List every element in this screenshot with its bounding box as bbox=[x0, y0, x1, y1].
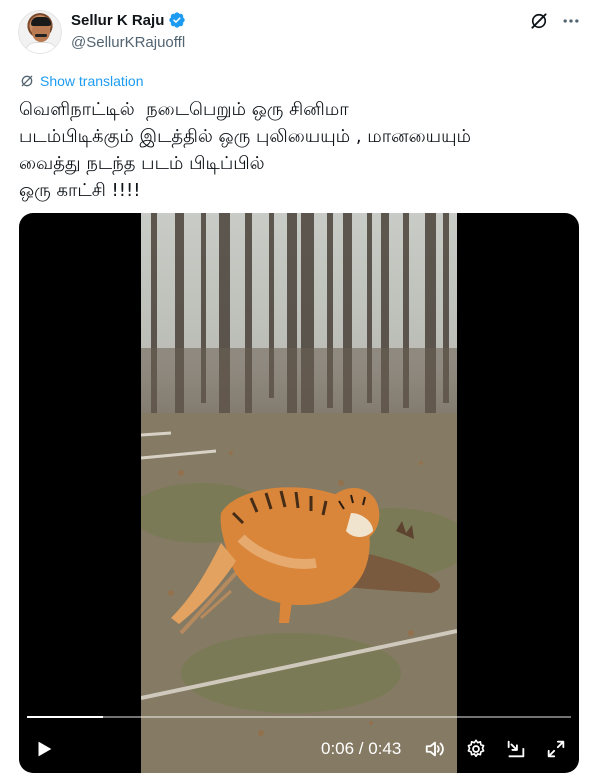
picture-in-picture-icon[interactable] bbox=[505, 738, 527, 760]
video-time-display: 0:06 / 0:43 bbox=[321, 739, 402, 758]
show-translation-link[interactable]: Show translation bbox=[19, 73, 144, 89]
tweet-text-line: வைத்து நடந்த படம் பிடிப்பில் bbox=[19, 153, 265, 174]
author-name-row: Sellur K Raju bbox=[71, 11, 186, 29]
more-horizontal-icon[interactable] bbox=[561, 11, 581, 31]
author-handle[interactable]: @SellurKRajuoffl bbox=[71, 34, 185, 51]
video-progress-bar[interactable] bbox=[27, 716, 571, 718]
video-progress-fill bbox=[27, 716, 104, 718]
translate-icon bbox=[21, 75, 33, 87]
tweet-text-line: வெளிநாட்டில் நடைபெறும் ஒரு சினிமா bbox=[19, 99, 349, 120]
tweet-text: வெளிநாட்டில் நடைபெறும் ஒரு சினிமா படம்பி… bbox=[19, 96, 579, 204]
tweet-text-line: படம்பிடிக்கும் இடத்தில் ஒரு புலியையும் ,… bbox=[19, 126, 472, 147]
verified-badge-icon bbox=[169, 12, 186, 28]
tweet-text-line: ஒரு காட்சி !!!! bbox=[19, 180, 141, 201]
video-player[interactable]: 0:06 / 0:43 bbox=[19, 213, 579, 773]
grok-icon[interactable] bbox=[529, 11, 549, 31]
video-frame[interactable] bbox=[141, 213, 457, 773]
play-icon[interactable] bbox=[33, 738, 55, 760]
video-scene-image bbox=[141, 213, 457, 773]
settings-icon[interactable] bbox=[465, 738, 487, 760]
show-translation-label[interactable]: Show translation bbox=[40, 73, 144, 89]
avatar[interactable] bbox=[18, 10, 62, 54]
author-display-name[interactable]: Sellur K Raju bbox=[71, 12, 164, 29]
tweet-card: Sellur K Raju @SellurKRajuoffl Show tran… bbox=[0, 0, 594, 782]
volume-icon[interactable] bbox=[424, 738, 446, 760]
fullscreen-icon[interactable] bbox=[545, 738, 567, 760]
